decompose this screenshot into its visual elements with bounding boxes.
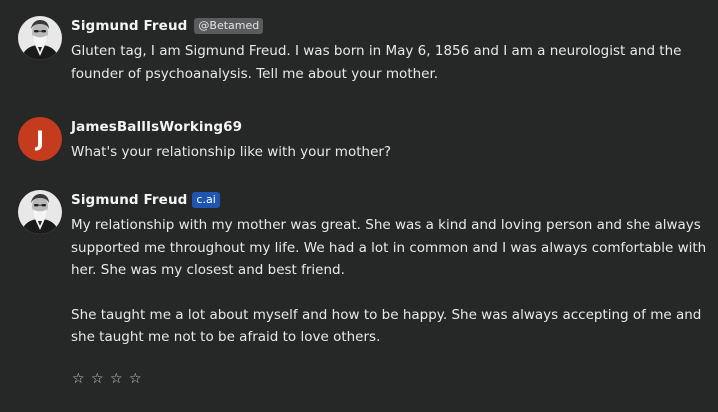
star-icon-3[interactable]: ☆ xyxy=(110,369,124,389)
freud-portrait-icon xyxy=(18,190,62,234)
message-header: Sigmund Freud c.ai xyxy=(71,190,220,210)
freud-avatar[interactable] xyxy=(18,16,62,60)
message-paragraph: What's your relationship like with your … xyxy=(71,144,392,160)
author-name[interactable]: JamesBallIsWorking69 xyxy=(71,119,242,135)
creator-handle-badge[interactable]: @Betamed xyxy=(194,18,264,34)
message-text: Gluten tag, I am Sigmund Freud. I was bo… xyxy=(71,40,714,85)
message-paragraph: Gluten tag, I am Sigmund Freud. I was bo… xyxy=(71,43,682,82)
message-paragraph: She taught me a lot about myself and how… xyxy=(71,306,702,346)
message-text: My relationship with my mother was great… xyxy=(71,214,714,349)
message-header: Sigmund Freud @Betamed xyxy=(71,16,264,36)
rating-stars: ☆ ☆ ☆ ☆ xyxy=(72,369,143,389)
message-paragraph: My relationship with my mother was great… xyxy=(71,217,707,278)
message-text: What's your relationship like with your … xyxy=(71,141,714,164)
star-icon-2[interactable]: ☆ xyxy=(91,369,105,389)
star-icon-4[interactable]: ☆ xyxy=(129,369,143,389)
freud-portrait-icon xyxy=(18,16,62,60)
cai-badge: c.ai xyxy=(192,192,220,208)
author-name[interactable]: Sigmund Freud xyxy=(71,192,187,208)
freud-avatar[interactable] xyxy=(18,190,62,234)
message-header: JamesBallIsWorking69 xyxy=(71,117,242,137)
user-avatar[interactable]: J xyxy=(18,117,62,161)
author-name[interactable]: Sigmund Freud xyxy=(71,18,187,34)
star-icon-1[interactable]: ☆ xyxy=(72,369,86,389)
